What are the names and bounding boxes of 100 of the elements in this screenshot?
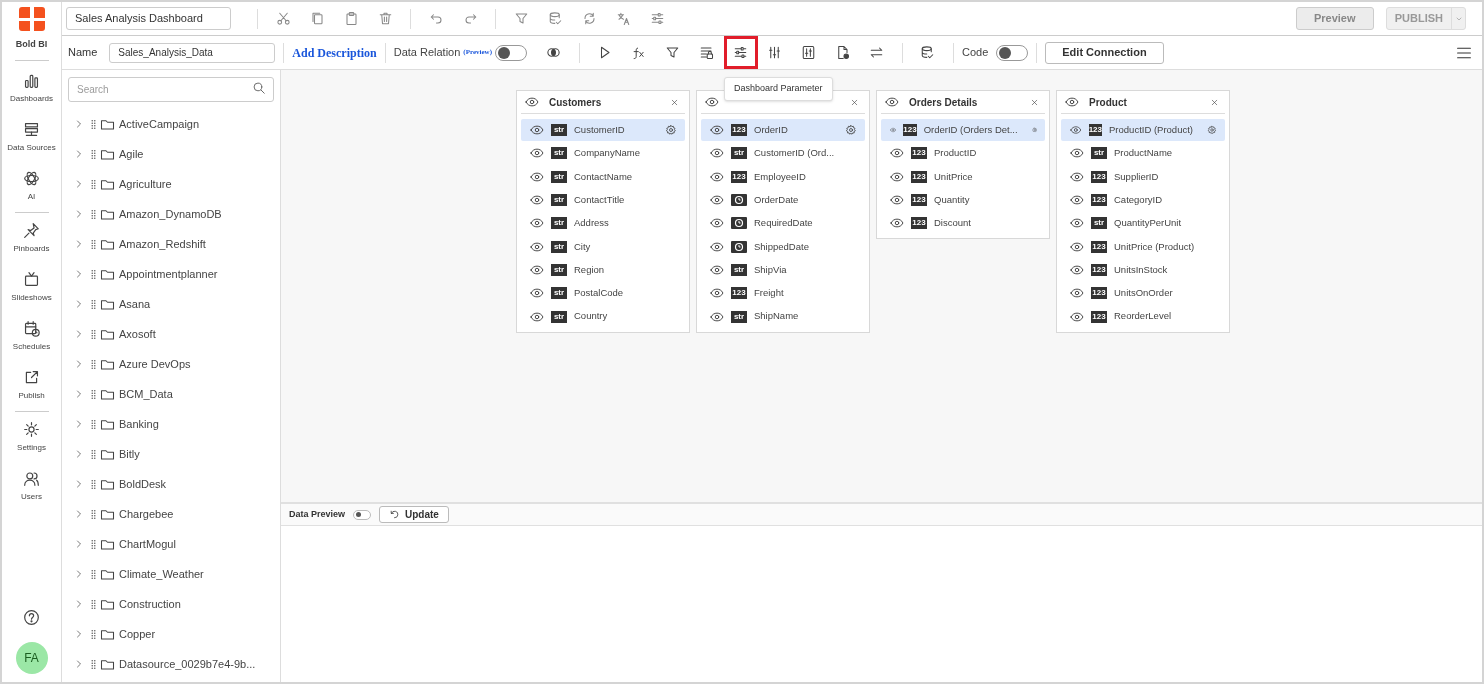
nav-item[interactable]: Data Sources xyxy=(2,117,61,157)
field-row[interactable]: 123 SupplierID xyxy=(1061,165,1225,188)
field-row[interactable]: RequiredDate xyxy=(701,212,865,235)
drag-handle-icon[interactable] xyxy=(91,238,96,250)
drag-handle-icon[interactable] xyxy=(91,448,96,460)
tree-item[interactable]: Datasource_0029b7e4-9b... xyxy=(119,655,256,673)
field-row[interactable]: 123 OrderID (Orders Det... xyxy=(881,119,1045,142)
field-row[interactable]: 123 ReorderLevel xyxy=(1061,305,1225,328)
drag-handle-icon[interactable] xyxy=(91,538,96,550)
name-field[interactable]: Sales_Analysis_Data xyxy=(109,42,276,63)
drag-handle-icon[interactable] xyxy=(91,178,96,190)
field-row[interactable]: str CustomerID (Ord... xyxy=(701,142,865,165)
tool-button[interactable] xyxy=(724,36,758,69)
tree-item[interactable]: Agriculture xyxy=(119,175,172,193)
edit-connection-button[interactable]: Edit Connection xyxy=(1045,41,1164,64)
close-icon[interactable] xyxy=(1030,97,1039,107)
drag-handle-icon[interactable] xyxy=(91,628,96,640)
field-row[interactable]: 123 OrderID xyxy=(701,119,865,142)
tree-item[interactable]: Agile xyxy=(119,145,144,163)
refresh-icon[interactable] xyxy=(581,11,597,26)
drag-handle-icon[interactable] xyxy=(91,658,96,670)
drag-handle-icon[interactable] xyxy=(91,298,96,310)
tree-item[interactable]: Chargebee xyxy=(119,505,174,523)
help-button[interactable] xyxy=(23,609,40,626)
field-row[interactable]: str Country xyxy=(521,305,685,328)
filter-icon[interactable] xyxy=(513,11,529,26)
drag-handle-icon[interactable] xyxy=(91,268,96,280)
search-icon[interactable] xyxy=(252,81,266,95)
nav-item[interactable]: Settings xyxy=(2,417,61,457)
field-row[interactable]: str QuantityPerUnit xyxy=(1061,212,1225,235)
field-row[interactable]: str ShipName xyxy=(701,305,865,328)
close-icon[interactable] xyxy=(670,97,679,107)
field-row[interactable]: str CustomerID xyxy=(521,119,685,142)
field-row[interactable]: 123 Freight xyxy=(701,282,865,305)
redo-icon[interactable] xyxy=(462,11,478,26)
copy-icon[interactable] xyxy=(309,11,325,26)
tree-item[interactable]: Asana xyxy=(119,295,151,313)
field-row[interactable]: str Address xyxy=(521,212,685,235)
field-row[interactable]: str PostalCode xyxy=(521,282,685,305)
field-row[interactable]: str CompanyName xyxy=(521,142,685,165)
nav-item[interactable]: Publish xyxy=(2,365,61,405)
update-button[interactable]: Update xyxy=(379,506,449,523)
field-row[interactable]: str ProductName xyxy=(1061,142,1225,165)
cut-icon[interactable] xyxy=(275,11,291,26)
tree-item[interactable]: Amazon_Redshift xyxy=(119,235,206,253)
add-description-link[interactable]: Add Description xyxy=(292,43,377,62)
field-row[interactable]: str City xyxy=(521,235,685,258)
drag-handle-icon[interactable] xyxy=(91,358,96,370)
field-row[interactable]: 123 Quantity xyxy=(881,188,1045,212)
translate-icon[interactable] xyxy=(615,11,631,26)
sliders-icon[interactable] xyxy=(649,11,665,26)
paste-icon[interactable] xyxy=(343,11,359,26)
field-row[interactable]: 123 CategoryID xyxy=(1061,188,1225,212)
tree-item[interactable]: ActiveCampaign xyxy=(119,115,200,133)
nav-item[interactable]: AI xyxy=(2,166,61,206)
drag-handle-icon[interactable] xyxy=(91,508,96,520)
drag-handle-icon[interactable] xyxy=(91,148,96,160)
field-row[interactable]: 123 UnitPrice xyxy=(881,165,1045,188)
undo-icon[interactable] xyxy=(428,11,444,26)
close-icon[interactable] xyxy=(850,97,859,107)
field-row[interactable]: str Region xyxy=(521,258,685,282)
drag-handle-icon[interactable] xyxy=(91,598,96,610)
field-row[interactable]: str ContactName xyxy=(521,165,685,188)
tree-item[interactable]: Construction xyxy=(119,595,181,613)
drag-handle-icon[interactable] xyxy=(91,418,96,430)
delete-icon[interactable] xyxy=(377,11,393,26)
drag-handle-icon[interactable] xyxy=(91,568,96,580)
tree-item[interactable]: Bitly xyxy=(119,445,140,463)
tree-item[interactable]: Climate_Weather xyxy=(119,565,204,583)
field-row[interactable]: 123 ProductID xyxy=(881,142,1045,165)
field-row[interactable]: str ShipVia xyxy=(701,258,865,282)
field-row[interactable]: 123 UnitsInStock xyxy=(1061,258,1225,282)
nav-item[interactable]: Pinboards xyxy=(2,218,61,258)
nav-item[interactable]: Slideshows xyxy=(2,267,61,307)
tree-item[interactable]: BCM_Data xyxy=(119,385,173,403)
tree-item[interactable]: Appointmentplanner xyxy=(119,265,218,283)
database-check-icon[interactable] xyxy=(547,11,563,26)
field-row[interactable]: ShippedDate xyxy=(701,235,865,258)
tree-item[interactable]: Banking xyxy=(119,415,159,433)
tree-item[interactable]: ChartMogul xyxy=(119,535,176,553)
field-row[interactable]: 123 Discount xyxy=(881,212,1045,235)
tree-item[interactable]: Azure DevOps xyxy=(119,355,191,373)
toggle-switch[interactable] xyxy=(353,509,372,520)
search-field[interactable]: Search xyxy=(68,77,274,102)
toggle-switch[interactable] xyxy=(495,44,527,61)
toggle-switch[interactable] xyxy=(996,44,1029,61)
tree-item[interactable]: Amazon_DynamoDB xyxy=(119,205,222,223)
tree-item[interactable]: BoldDesk xyxy=(119,475,167,493)
nav-item[interactable]: Dashboards xyxy=(2,68,61,108)
close-icon[interactable] xyxy=(1210,97,1219,107)
tree-item[interactable]: Copper xyxy=(119,625,156,643)
drag-handle-icon[interactable] xyxy=(91,388,96,400)
field-row[interactable]: OrderDate xyxy=(701,188,865,212)
field-row[interactable]: 123 UnitsOnOrder xyxy=(1061,282,1225,305)
field-row[interactable]: 123 ProductID (Product) xyxy=(1061,119,1225,142)
drag-handle-icon[interactable] xyxy=(91,328,96,340)
field-row[interactable]: str ContactTitle xyxy=(521,188,685,212)
nav-item[interactable]: Users xyxy=(2,466,61,506)
nav-item[interactable]: Schedules xyxy=(2,316,61,356)
drag-handle-icon[interactable] xyxy=(91,478,96,490)
